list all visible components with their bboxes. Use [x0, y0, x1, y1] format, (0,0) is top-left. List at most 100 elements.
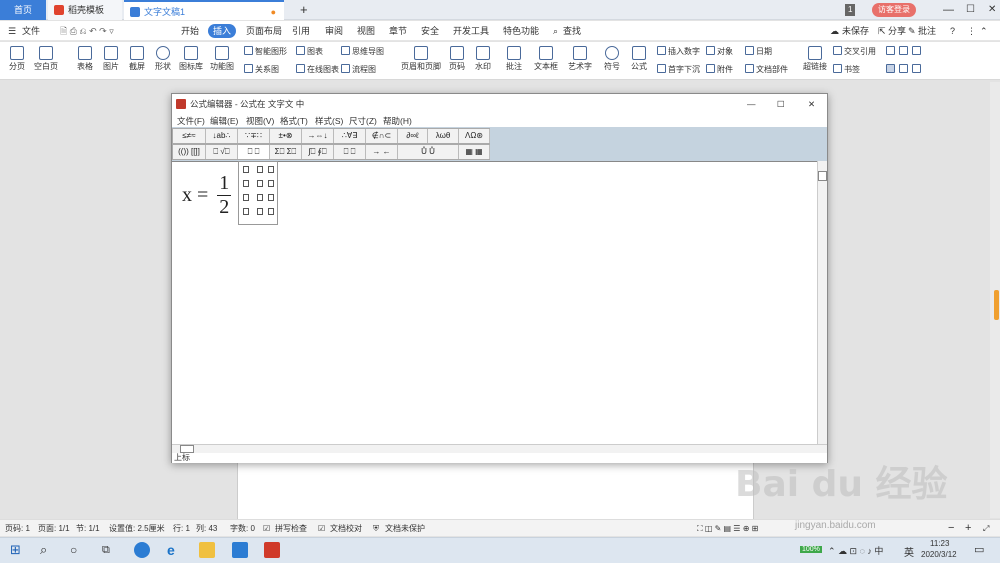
- fit-page-icon[interactable]: ⤢: [983, 520, 989, 537]
- dialog-close-button[interactable]: ✕: [808, 94, 815, 114]
- formula-display[interactable]: x = 1 2: [182, 172, 232, 219]
- table-button[interactable]: 表格: [74, 46, 96, 72]
- mindmap-button[interactable]: 思维导图: [341, 46, 384, 57]
- file-explorer-icon[interactable]: [199, 542, 215, 558]
- crossref-button[interactable]: 交叉引用: [833, 46, 876, 57]
- visitor-login-button[interactable]: 访客登录: [872, 3, 916, 17]
- zoom-in-button[interactable]: +: [965, 520, 971, 537]
- dlg-menu-style[interactable]: 样式(S): [315, 115, 343, 127]
- palette-greek-upper[interactable]: ΛΩ⊛: [459, 129, 490, 143]
- search-icon[interactable]: ⌕: [553, 24, 558, 38]
- view-icon-3[interactable]: [912, 46, 922, 55]
- palette-integrals[interactable]: ∫⎕ ∮⎕: [302, 145, 334, 159]
- close-window-button[interactable]: ✕: [980, 0, 996, 20]
- palette-matrices[interactable]: ▦ ▦: [459, 145, 490, 159]
- view-mode-icons[interactable]: ⛶ ◫ ✎ ▤ ☰ ⊕ ⊞: [697, 520, 758, 537]
- dlg-menu-file[interactable]: 文件(F): [177, 115, 205, 127]
- more-icon[interactable]: ⋮: [967, 24, 976, 38]
- clock-date[interactable]: 2020/3/12: [921, 550, 957, 559]
- edge-icon[interactable]: e: [167, 542, 183, 558]
- header-footer-button[interactable]: 页眉和页脚: [400, 46, 442, 72]
- task-view-icon[interactable]: ⧉: [102, 542, 118, 558]
- clock-time[interactable]: 11:23: [930, 539, 949, 548]
- search-taskbar-icon[interactable]: ⌕: [40, 542, 56, 558]
- textbox-button[interactable]: 文本框: [532, 46, 560, 72]
- object-button[interactable]: 对象: [706, 46, 733, 57]
- page-break-button[interactable]: 分页: [6, 46, 28, 72]
- screenshot-button[interactable]: 截屏: [126, 46, 148, 72]
- smart-graphic-button[interactable]: 智能图形: [244, 46, 287, 57]
- notification-icon[interactable]: ▭: [974, 543, 984, 556]
- page-number-button[interactable]: 页码: [446, 46, 468, 72]
- blank-page-button[interactable]: 空白页: [32, 46, 60, 72]
- palette-bars[interactable]: ⎕ ⎕: [334, 145, 366, 159]
- palette-relations[interactable]: ≤≠≈: [173, 129, 206, 143]
- bookmark-button[interactable]: 书签: [833, 64, 860, 75]
- clock-app-icon[interactable]: [134, 542, 150, 558]
- share-button[interactable]: 分享: [888, 24, 906, 38]
- minimize-window-button[interactable]: —: [935, 0, 954, 20]
- collapse-ribbon-icon[interactable]: ⌃: [980, 24, 988, 38]
- picture-button[interactable]: 图片: [100, 46, 122, 72]
- tpl-sub-icon[interactable]: [243, 166, 249, 173]
- layout-view-icons[interactable]: [886, 46, 938, 57]
- file-menu[interactable]: 文件: [22, 24, 40, 38]
- dlg-menu-help[interactable]: 帮助(H): [383, 115, 412, 127]
- document-scroll-thumb[interactable]: [994, 290, 999, 320]
- view-icon-4[interactable]: [886, 64, 895, 73]
- status-words[interactable]: 字数: 0: [230, 520, 255, 537]
- tray-icons[interactable]: ⌃ ☁ ⊡ ◌ ♪ 中: [828, 544, 883, 557]
- zoom-out-button[interactable]: −: [948, 520, 954, 537]
- wps-writer-icon[interactable]: [232, 542, 248, 558]
- ribbon-tab-insert[interactable]: 插入: [208, 24, 237, 38]
- dlg-menu-format[interactable]: 格式(T): [280, 115, 308, 127]
- symbol-button[interactable]: 符号: [601, 46, 623, 72]
- ribbon-tab-start[interactable]: 开始: [181, 24, 199, 38]
- watermark-button[interactable]: 水印: [472, 46, 494, 72]
- layout-view-icons-2[interactable]: [886, 64, 938, 75]
- dlg-menu-size[interactable]: 尺寸(Z): [349, 115, 377, 127]
- proofread-button[interactable]: 文档校对: [330, 520, 362, 537]
- insert-number-button[interactable]: 插入数字: [657, 46, 700, 57]
- window-count-badge[interactable]: 1: [845, 4, 856, 16]
- attachment-button[interactable]: 附件: [706, 64, 733, 75]
- dlg-menu-view[interactable]: 视图(V): [246, 115, 274, 127]
- ribbon-tab-review[interactable]: 审阅: [325, 24, 343, 38]
- dropcap-button[interactable]: 首字下沉: [657, 64, 700, 75]
- dialog-hscroll-thumb[interactable]: [180, 445, 194, 453]
- tpl-limit-icon[interactable]: [243, 208, 249, 215]
- comment-button[interactable]: 批注: [918, 24, 936, 38]
- palette-products[interactable]: Ů Ů: [398, 145, 459, 159]
- palette-operators[interactable]: ±•⊗: [270, 129, 302, 143]
- dialog-vscroll-thumb[interactable]: [818, 171, 827, 181]
- tab-template[interactable]: 稻壳模板: [48, 0, 122, 20]
- palette-sets[interactable]: ∉∩⊂: [366, 129, 398, 143]
- shape-button[interactable]: 形状: [152, 46, 174, 72]
- tab-home[interactable]: 首页: [0, 0, 46, 20]
- ribbon-tab-chapter[interactable]: 章节: [389, 24, 407, 38]
- icon-library-button[interactable]: 图标库: [178, 46, 204, 72]
- help-icon[interactable]: ?: [950, 24, 955, 38]
- palette-greek-lower[interactable]: λωθ: [428, 129, 459, 143]
- ribbon-tab-layout[interactable]: 页面布局: [246, 24, 282, 38]
- dlg-menu-edit[interactable]: 编辑(E): [210, 115, 238, 127]
- palette-misc[interactable]: ∂∞ℓ: [398, 129, 428, 143]
- palette-arrows[interactable]: →⇔↓: [302, 129, 334, 143]
- tpl-presup-icon[interactable]: [257, 180, 263, 187]
- tpl-under-icon[interactable]: [243, 194, 249, 201]
- document-page[interactable]: [237, 462, 754, 520]
- date-button[interactable]: 日期: [745, 46, 772, 57]
- battery-indicator[interactable]: 100%: [800, 546, 822, 553]
- tpl-subsup-icon[interactable]: [268, 166, 274, 173]
- ribbon-tab-security[interactable]: 安全: [421, 24, 439, 38]
- tpl-sup-icon[interactable]: [257, 166, 263, 173]
- function-chart-button[interactable]: 功能图: [208, 46, 236, 72]
- tpl-presubsup-icon[interactable]: [268, 180, 274, 187]
- online-chart-button[interactable]: 在线图表: [296, 64, 339, 75]
- comment-insert-button[interactable]: 批注: [503, 46, 525, 72]
- ribbon-tab-devtools[interactable]: 开发工具: [453, 24, 489, 38]
- ribbon-tab-features[interactable]: 特色功能: [503, 24, 539, 38]
- new-tab-button[interactable]: +: [292, 0, 308, 20]
- palette-logic[interactable]: ∴∀∃: [334, 129, 366, 143]
- cortana-icon[interactable]: ○: [70, 542, 86, 558]
